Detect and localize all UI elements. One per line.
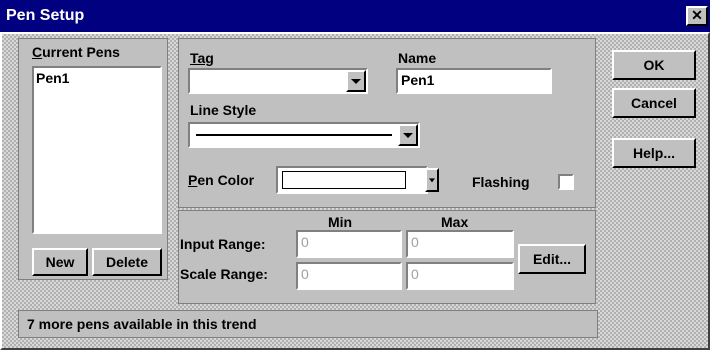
line-style-label: Line Style bbox=[190, 102, 257, 118]
chevron-down-icon bbox=[351, 79, 361, 84]
line-style-combobox[interactable] bbox=[188, 122, 420, 148]
pen-color-label: Pen Color bbox=[188, 172, 255, 188]
tag-combobox[interactable] bbox=[188, 68, 368, 94]
delete-pen-button[interactable]: Delete bbox=[92, 248, 162, 276]
input-range-max-field[interactable]: 0 bbox=[406, 230, 514, 258]
name-field[interactable]: Pen1 bbox=[396, 68, 552, 94]
scale-range-label: Scale Range: bbox=[180, 266, 268, 282]
chevron-down-icon bbox=[429, 178, 435, 183]
chevron-down-icon bbox=[403, 133, 413, 138]
input-range-min-field[interactable]: 0 bbox=[296, 230, 402, 258]
line-style-solid-preview bbox=[196, 134, 392, 136]
close-button[interactable]: ✕ bbox=[686, 6, 708, 26]
title-bar: Pen Setup bbox=[0, 0, 710, 32]
list-item[interactable]: Pen1 bbox=[34, 68, 160, 88]
tag-label: Tag bbox=[190, 50, 214, 66]
scale-range-min-field[interactable]: 0 bbox=[296, 262, 402, 290]
pen-list[interactable]: Pen1 bbox=[32, 66, 162, 234]
pen-color-dropdown-button[interactable] bbox=[425, 168, 439, 192]
status-text: 7 more pens available in this trend bbox=[27, 316, 257, 332]
pen-color-picker[interactable] bbox=[276, 166, 428, 194]
flashing-label: Flashing bbox=[472, 174, 530, 190]
current-pens-label: Current Pens bbox=[32, 44, 120, 60]
scale-range-max-field[interactable]: 0 bbox=[406, 262, 514, 290]
window-title: Pen Setup bbox=[6, 7, 85, 24]
max-header: Max bbox=[441, 214, 469, 230]
tag-dropdown-button[interactable] bbox=[346, 70, 366, 92]
line-style-dropdown-button[interactable] bbox=[398, 124, 418, 146]
help-button[interactable]: Help... bbox=[612, 138, 696, 168]
input-range-label: Input Range: bbox=[180, 236, 266, 252]
pen-color-swatch bbox=[282, 171, 406, 189]
status-bar: 7 more pens available in this trend bbox=[18, 310, 598, 338]
close-icon: ✕ bbox=[691, 7, 703, 23]
ok-button[interactable]: OK bbox=[612, 50, 696, 80]
cancel-button[interactable]: Cancel bbox=[612, 88, 696, 118]
new-pen-button[interactable]: New bbox=[32, 248, 88, 276]
name-value: Pen1 bbox=[401, 72, 435, 88]
name-label: Name bbox=[398, 50, 437, 66]
flashing-checkbox[interactable] bbox=[558, 174, 574, 190]
min-header: Min bbox=[328, 214, 353, 230]
edit-range-button[interactable]: Edit... bbox=[518, 244, 586, 274]
